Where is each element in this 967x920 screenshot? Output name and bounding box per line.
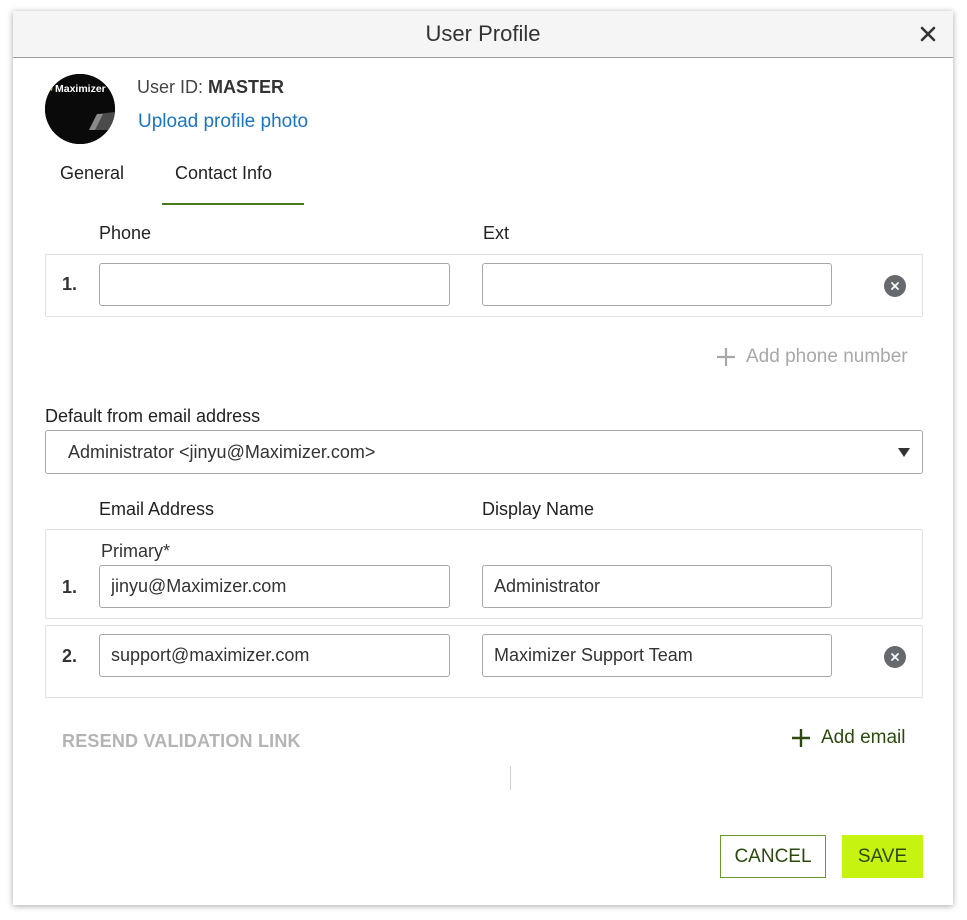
email-row-1-number: 1. — [62, 577, 78, 597]
active-tab-indicator — [162, 203, 304, 205]
close-icon[interactable] — [917, 23, 939, 45]
phone-column-label: Phone — [99, 223, 152, 243]
chevron-down-icon — [898, 448, 910, 457]
cancel-button[interactable]: CANCEL — [720, 835, 826, 878]
user-id-label: User ID: — [137, 77, 204, 97]
display-name-column-label: Display Name — [482, 499, 595, 519]
default-email-label: Default from email address — [45, 406, 261, 426]
add-email-label: Add email — [821, 727, 906, 748]
resend-validation-link-button[interactable]: RESEND VALIDATION LINK — [62, 731, 301, 752]
plus-icon — [792, 729, 810, 747]
user-id-value: MASTER — [208, 77, 285, 97]
default-email-select[interactable]: Administrator <jinyu@Maximizer.com> — [45, 430, 923, 474]
user-id: User ID: MASTER — [137, 77, 284, 98]
email-column-label: Email Address — [99, 499, 215, 519]
phone-input[interactable] — [99, 263, 450, 306]
plus-icon — [717, 348, 735, 366]
display-name-input-2[interactable] — [482, 634, 832, 677]
tab-general[interactable]: General — [60, 163, 124, 184]
display-name-input-1[interactable] — [482, 565, 832, 608]
tab-contact-info[interactable]: Contact Info — [175, 163, 272, 184]
ext-column-label: Ext — [483, 223, 510, 243]
default-email-value: Administrator <jinyu@Maximizer.com> — [68, 442, 376, 462]
avatar[interactable]: Maximizer — [45, 74, 115, 144]
dialog-title: User Profile — [425, 21, 541, 46]
email-input-2[interactable] — [99, 634, 450, 677]
phone-ext-input[interactable] — [482, 263, 832, 306]
remove-phone-icon[interactable] — [884, 275, 906, 297]
add-phone-button[interactable]: Add phone number — [716, 346, 908, 368]
upload-profile-photo-link[interactable]: Upload profile photo — [138, 111, 308, 133]
add-phone-label: Add phone number — [746, 346, 908, 367]
save-button[interactable]: SAVE — [842, 835, 923, 878]
divider — [510, 766, 511, 790]
email-input-1[interactable] — [99, 565, 450, 608]
user-profile-dialog: User Profile Maximizer User ID: MASTER U… — [13, 11, 953, 905]
phone-row-number: 1. — [62, 274, 78, 294]
dialog-titlebar: User Profile — [13, 11, 953, 58]
primary-label: Primary* — [101, 541, 171, 561]
avatar-logo-text: Maximizer — [55, 83, 106, 95]
add-email-button[interactable]: Add email — [791, 727, 906, 749]
remove-email-icon[interactable] — [884, 646, 906, 668]
email-row-2-number: 2. — [62, 646, 78, 666]
